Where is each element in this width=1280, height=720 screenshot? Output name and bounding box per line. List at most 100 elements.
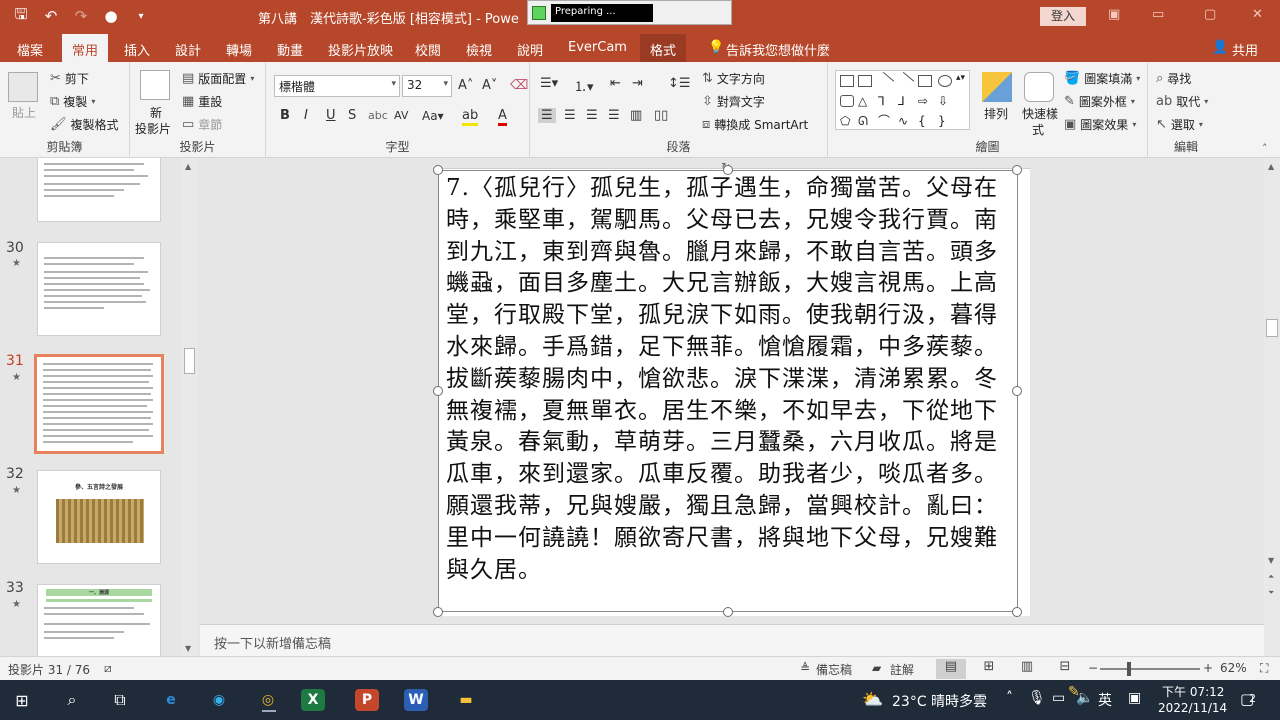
save-icon[interactable]: 🖫 (8, 4, 34, 28)
tell-me-search[interactable]: 告訴我您想做什麼 (726, 40, 830, 59)
tab-help[interactable]: 說明 (517, 40, 543, 59)
file-explorer-icon[interactable]: ▬ (450, 686, 482, 714)
scroll-thumb[interactable] (1266, 319, 1278, 337)
align-center-icon[interactable]: ☰ (564, 108, 576, 123)
network-icon[interactable]: ▭ (1052, 690, 1065, 706)
microphone-icon[interactable]: 🎙 (1028, 690, 1046, 706)
highlight-icon[interactable]: ab (462, 108, 479, 126)
brace-left-shape-icon[interactable]: { (918, 115, 932, 127)
ribbon-display-icon[interactable]: ▣ (1108, 7, 1120, 22)
signin-button[interactable]: 登入 (1040, 7, 1086, 26)
excel-icon[interactable]: X (301, 689, 325, 711)
increase-indent-icon[interactable]: ⇥ (632, 76, 643, 91)
find-button[interactable]: ⌕ 尋找 (1156, 70, 1191, 87)
replace-button[interactable]: ab 取代 ▾ (1156, 93, 1208, 110)
zoom-level[interactable]: 62% (1220, 661, 1247, 675)
gallery-more-icon[interactable]: ▴▾ (956, 73, 966, 85)
slide-thumbnail-30[interactable] (37, 242, 161, 336)
arrange-button[interactable]: 排列 (984, 105, 1008, 122)
shape-outline-button[interactable]: ✎ 圖案外框 ▾ (1064, 93, 1135, 110)
notes-toggle-button[interactable]: 備忘稿 (816, 661, 852, 678)
select-button[interactable]: ↖ 選取 ▾ (1156, 116, 1203, 133)
arrange-icon[interactable] (982, 72, 1012, 102)
format-painter-button[interactable]: 🖌 複製格式 (50, 116, 119, 133)
volume-icon[interactable]: 🔈 (1076, 690, 1093, 706)
right-arrow-shape-icon[interactable]: ⇨ (918, 95, 932, 107)
powerpoint-icon[interactable]: P (355, 689, 379, 711)
layout-button[interactable]: ▤ 版面配置 ▾ (182, 70, 254, 87)
bold-icon[interactable]: B (280, 108, 290, 123)
strikethrough-icon[interactable]: abc (368, 109, 388, 122)
align-right-icon[interactable]: ☰ (586, 108, 598, 123)
slide-body-text[interactable]: 7.〈孤兒行〉孤兒生，孤子遇生，命獨當苦。父母在時，乘堅車，駕駟馬。父母已去，兄… (446, 173, 1006, 586)
decrease-indent-icon[interactable]: ⇤ (610, 76, 621, 91)
new-slide-icon[interactable] (140, 70, 170, 100)
grow-font-icon[interactable]: A˄ (458, 78, 473, 93)
redo-icon[interactable]: ↷ (68, 4, 94, 28)
scroll-up-icon[interactable]: ▲ (1268, 162, 1274, 171)
edge-icon[interactable]: ◉ (203, 686, 235, 714)
smartart-button[interactable]: ⧈ 轉換成 SmartArt (702, 116, 808, 133)
scroll-down-icon[interactable]: ▼ (1268, 556, 1274, 565)
new-slide-label-2[interactable]: 投影片 (135, 120, 171, 137)
weather-text[interactable]: 23°C 晴時多雲 (892, 691, 987, 711)
line-shape-icon[interactable] (875, 71, 895, 91)
slide-thumbnail-33[interactable]: 一、淵源 (37, 584, 161, 656)
scroll-down-icon[interactable]: ▼ (185, 644, 191, 653)
columns-icon[interactable]: ▯▯ (654, 108, 668, 123)
search-icon[interactable]: ⌕ (56, 686, 88, 714)
shrink-font-icon[interactable]: A˅ (482, 78, 497, 93)
bullets-icon[interactable]: ☰▾ (540, 76, 558, 91)
chrome-icon[interactable]: ◎ (252, 686, 284, 714)
wave-shape-icon[interactable]: ∿ (898, 115, 912, 127)
change-case-icon[interactable]: Aa▾ (422, 109, 444, 123)
weather-icon[interactable]: ⛅ (862, 690, 883, 710)
reading-view-icon[interactable]: ▥ (1012, 659, 1042, 679)
slide-thumbnail-29[interactable] (37, 158, 161, 222)
shape-fill-button[interactable]: 🪣 圖案填滿 ▾ (1064, 70, 1140, 87)
paste-button[interactable]: 貼上 (12, 104, 36, 121)
tab-evercam[interactable]: EverCam (568, 40, 627, 55)
notes-icon[interactable]: ≜ (800, 661, 810, 675)
resize-handle-bl[interactable] (433, 607, 443, 617)
tab-design[interactable]: 設計 (175, 40, 201, 59)
zoom-out-icon[interactable]: − (1088, 661, 1098, 675)
align-left-icon[interactable]: ☰ (538, 108, 556, 123)
clock-date[interactable]: 2022/11/14 (1158, 701, 1227, 715)
down-arrow-shape-icon[interactable]: ⇩ (938, 95, 952, 107)
fit-to-window-icon[interactable]: ⛶ (1260, 661, 1268, 676)
arrow-shape-icon[interactable] (895, 71, 915, 91)
shadow-icon[interactable]: S (348, 108, 356, 123)
tab-home[interactable]: 常用 (62, 34, 109, 62)
rectangle-shape-icon[interactable] (918, 75, 932, 87)
rounded-rect-shape-icon[interactable] (840, 95, 854, 107)
notes-pane[interactable]: 按一下以新增備忘稿 (200, 624, 1264, 656)
quick-styles-icon[interactable] (1024, 72, 1054, 102)
close-button[interactable]: ✕ (1252, 7, 1263, 22)
section-button[interactable]: ▭ 章節 (182, 116, 222, 133)
previous-slide-icon[interactable]: ⏶ (1268, 572, 1274, 582)
word-icon[interactable]: W (404, 689, 428, 711)
resize-handle-br[interactable] (1012, 607, 1022, 617)
elbow-shape-icon[interactable]: ⅃ (898, 95, 912, 107)
windows-start-icon[interactable]: ⊞ (6, 686, 38, 714)
new-slide-label[interactable]: 新 (150, 104, 162, 121)
zoom-in-icon[interactable]: + (1203, 661, 1213, 675)
cut-button[interactable]: ✂ 剪下 (50, 70, 89, 87)
slide-sorter-icon[interactable]: ⊞ (974, 659, 1004, 679)
quick-styles-button[interactable]: 快速樣 (1022, 105, 1058, 122)
accessibility-icon[interactable]: ⧄ (104, 661, 112, 676)
next-slide-icon[interactable]: ⏷ (1268, 588, 1274, 598)
tab-insert[interactable]: 插入 (124, 40, 150, 59)
brace-right-shape-icon[interactable]: } (938, 115, 952, 127)
shapes-gallery[interactable]: △ ⅂ ⅃ ⇨ ⇩ ⬠ ᘏ ⌒ ∿ { } ▴▾ (835, 70, 970, 130)
underline-icon[interactable]: U (326, 108, 336, 123)
collapse-ribbon-icon[interactable]: ˄ (1262, 142, 1268, 155)
circle-icon[interactable]: ● (98, 4, 124, 28)
triangle-shape-icon[interactable]: △ (858, 95, 872, 107)
ime-indicator[interactable]: 英 (1098, 690, 1112, 710)
resize-handle-t[interactable] (723, 165, 733, 175)
spacing-icon[interactable]: AV (394, 109, 408, 122)
zoom-slider[interactable] (1100, 662, 1200, 676)
editor-scrollbar[interactable]: ▲ ▼ ⏶ ⏷ (1264, 158, 1280, 656)
